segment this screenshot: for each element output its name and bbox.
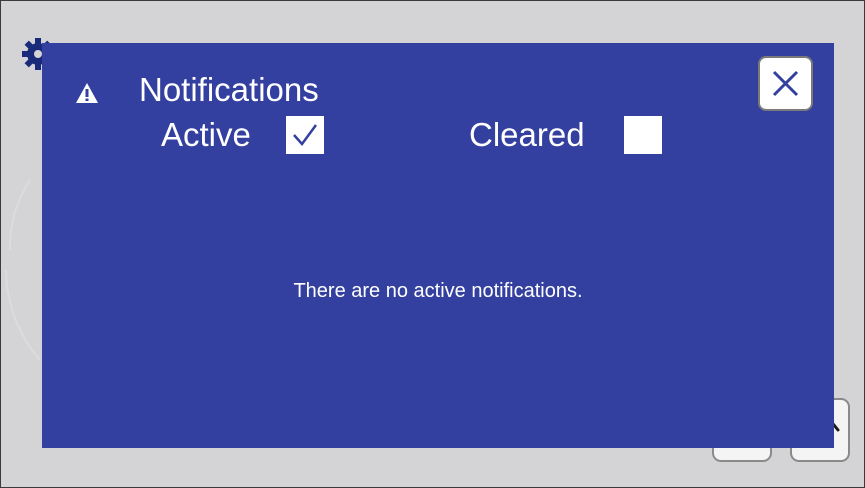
close-button[interactable] xyxy=(758,56,813,111)
cleared-filter-label: Cleared xyxy=(469,116,585,153)
warning-triangle-icon xyxy=(76,83,98,103)
close-x-icon xyxy=(772,70,799,97)
empty-notifications-message: There are no active notifications. xyxy=(293,280,583,302)
dialog-title: Notifications xyxy=(139,71,319,108)
active-filter-checkbox[interactable] xyxy=(286,116,324,154)
cleared-filter-checkbox[interactable] xyxy=(624,116,662,154)
notifications-dialog: Notifications Active Cleared There are n… xyxy=(42,43,834,448)
active-filter-label: Active xyxy=(161,116,251,153)
checkmark-icon xyxy=(293,124,318,146)
